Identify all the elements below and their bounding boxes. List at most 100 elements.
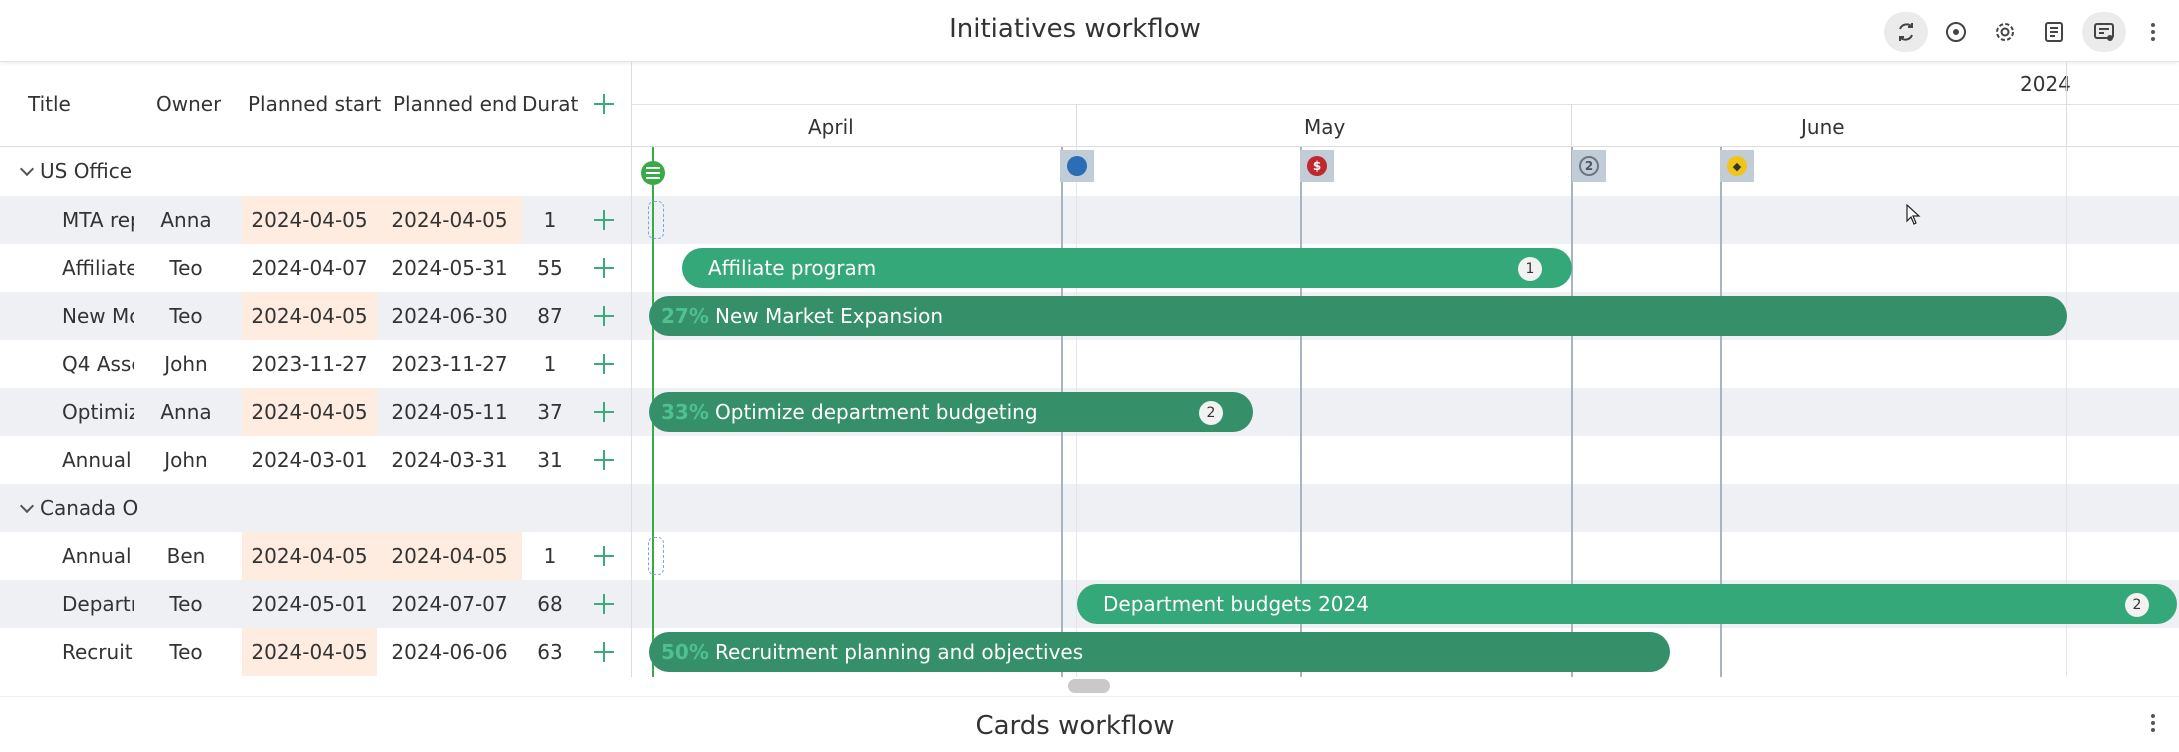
refresh-button[interactable]	[1884, 12, 1928, 52]
chevron-down-icon[interactable]	[19, 161, 35, 177]
cell-start[interactable]: 2024-05-01	[242, 580, 377, 628]
milestone[interactable]: $	[1300, 150, 1334, 182]
cell-start[interactable]: 2024-04-07	[242, 244, 377, 292]
cell-title[interactable]: Q4 Asse	[62, 340, 134, 388]
count-badge: 2	[1199, 401, 1223, 425]
table-row[interactable]: Annual John 2024-03-01 2024-03-31 31	[0, 436, 2179, 484]
add-subtask-icon[interactable]	[590, 638, 618, 666]
column-owner[interactable]: Owner	[156, 92, 221, 116]
cell-title[interactable]: Annual	[62, 532, 134, 580]
cell-end[interactable]: 2023-11-27	[377, 340, 522, 388]
milestone[interactable]: ◆	[1720, 150, 1754, 182]
target-icon	[1946, 22, 1966, 42]
task-bar[interactable]: Affiliate program 1	[682, 248, 1572, 288]
cell-title[interactable]: MTA rep	[62, 196, 134, 244]
cell-owner[interactable]: Teo	[150, 244, 222, 292]
cell-end[interactable]: 2024-07-07	[377, 580, 522, 628]
cell-owner[interactable]: Ben	[150, 532, 222, 580]
table-row[interactable]: MTA rep Anna 2024-04-05 2024-04-05 1	[0, 196, 2179, 244]
cell-duration[interactable]: 37	[522, 388, 578, 436]
cell-duration[interactable]: 1	[522, 340, 578, 388]
milestone[interactable]	[1060, 150, 1094, 182]
table-row[interactable]: Q4 Asse John 2023-11-27 2023-11-27 1	[0, 340, 2179, 388]
add-subtask-icon[interactable]	[590, 542, 618, 570]
group-row[interactable]: Canada O	[0, 484, 2179, 532]
month-april: April	[808, 115, 854, 139]
task-bar-label: Department budgets 2024	[1103, 592, 1369, 616]
group-name: Canada O	[40, 496, 139, 520]
add-subtask-icon[interactable]	[590, 398, 618, 426]
page-title: Initiatives workflow	[949, 14, 1201, 44]
add-column-icon[interactable]	[590, 90, 618, 118]
diamond-icon: ◆	[1727, 156, 1747, 176]
cell-start[interactable]: 2024-03-01	[242, 436, 377, 484]
milestone-placeholder[interactable]	[648, 201, 664, 239]
task-bar[interactable]: Department budgets 2024 2	[1077, 584, 2177, 624]
column-duration[interactable]: Durati	[522, 92, 578, 116]
cell-owner[interactable]: Teo	[150, 628, 222, 676]
column-planned-end[interactable]: Planned end	[393, 92, 517, 116]
month-may: May	[1304, 115, 1346, 139]
notes-button[interactable]	[2032, 12, 2076, 52]
cell-end[interactable]: 2024-03-31	[377, 436, 522, 484]
cell-duration[interactable]: 31	[522, 436, 578, 484]
grid-timeline-divider[interactable]	[631, 62, 632, 677]
kebab-menu-icon[interactable]	[2150, 711, 2156, 735]
kebab-menu-icon[interactable]	[2150, 20, 2156, 44]
task-bar[interactable]: 27% New Market Expansion	[649, 296, 2067, 336]
cell-duration[interactable]: 55	[522, 244, 578, 292]
cell-title[interactable]: Annual	[62, 436, 134, 484]
cell-start[interactable]: 2024-04-05	[242, 196, 377, 244]
cell-end[interactable]: 2024-05-31	[377, 244, 522, 292]
chevron-down-icon[interactable]	[19, 498, 35, 514]
add-subtask-icon[interactable]	[590, 254, 618, 282]
focus-button[interactable]	[1934, 12, 1978, 52]
card-settings-button[interactable]	[2082, 12, 2126, 52]
add-subtask-icon[interactable]	[590, 350, 618, 378]
cell-end[interactable]: 2024-05-11	[377, 388, 522, 436]
settings-button[interactable]	[1983, 12, 2027, 52]
cell-title[interactable]: Departr	[62, 580, 134, 628]
cell-duration[interactable]: 63	[522, 628, 578, 676]
cell-start[interactable]: 2024-04-05	[242, 628, 377, 676]
grid-header: Title Owner Planned start Planned end Du…	[0, 62, 632, 147]
table-row[interactable]: Annual Ben 2024-04-05 2024-04-05 1	[0, 532, 2179, 580]
horizontal-scrollbar[interactable]	[1068, 679, 1110, 693]
cell-title[interactable]: New Mc	[62, 292, 134, 340]
group-title[interactable]: US Office	[0, 147, 140, 195]
task-bar[interactable]: 33% Optimize department budgeting 2	[649, 392, 1253, 432]
cell-end[interactable]: 2024-04-05	[377, 532, 522, 580]
cell-owner[interactable]: Anna	[150, 196, 222, 244]
today-marker-handle[interactable]	[641, 161, 665, 185]
cell-end[interactable]: 2024-06-30	[377, 292, 522, 340]
cell-duration[interactable]: 68	[522, 580, 578, 628]
milestone[interactable]: 2	[1572, 150, 1606, 182]
cell-owner[interactable]: John	[150, 340, 222, 388]
cell-owner[interactable]: Teo	[150, 292, 222, 340]
group-title[interactable]: Canada O	[0, 484, 140, 532]
cell-title[interactable]: Recruitr	[62, 628, 134, 676]
cell-start[interactable]: 2024-04-05	[242, 292, 377, 340]
progress-label: 33%	[661, 400, 709, 424]
add-subtask-icon[interactable]	[590, 446, 618, 474]
column-title[interactable]: Title	[28, 92, 71, 116]
task-bar[interactable]: 50% Recruitment planning and objectives	[649, 632, 1670, 672]
cell-start[interactable]: 2024-04-05	[242, 388, 377, 436]
cell-duration[interactable]: 1	[522, 532, 578, 580]
cell-title[interactable]: Optimiz	[62, 388, 134, 436]
cell-owner[interactable]: Teo	[150, 580, 222, 628]
cell-end[interactable]: 2024-04-05	[377, 196, 522, 244]
add-subtask-icon[interactable]	[590, 206, 618, 234]
cell-title[interactable]: Affiliate	[62, 244, 134, 292]
cell-duration[interactable]: 1	[522, 196, 578, 244]
cell-duration[interactable]: 87	[522, 292, 578, 340]
cell-owner[interactable]: Anna	[150, 388, 222, 436]
cell-end[interactable]: 2024-06-06	[377, 628, 522, 676]
add-subtask-icon[interactable]	[590, 302, 618, 330]
column-planned-start[interactable]: Planned start	[248, 92, 381, 116]
cell-start[interactable]: 2023-11-27	[242, 340, 377, 388]
cell-start[interactable]: 2024-04-05	[242, 532, 377, 580]
cell-owner[interactable]: John	[150, 436, 222, 484]
add-subtask-icon[interactable]	[590, 590, 618, 618]
milestone-placeholder[interactable]	[648, 537, 664, 575]
